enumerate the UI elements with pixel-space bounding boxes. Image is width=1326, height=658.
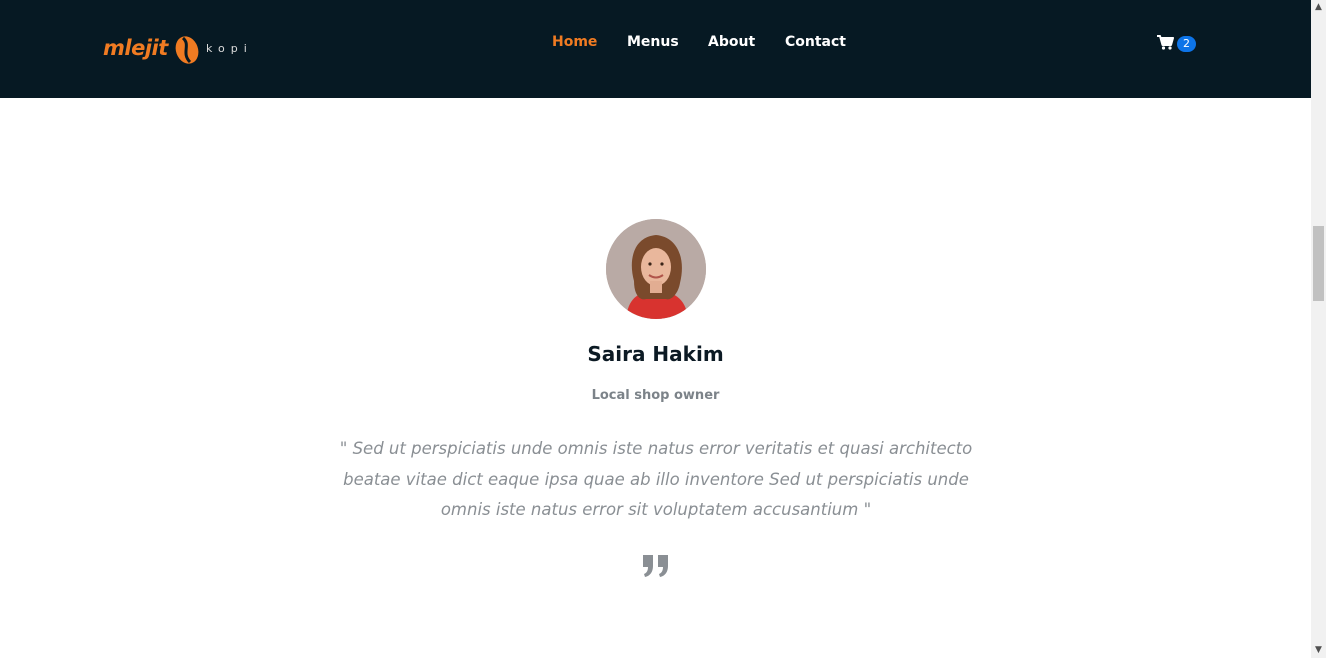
- cart-icon: [1157, 35, 1174, 50]
- quote-icon: [643, 555, 668, 577]
- logo-subtext: kopi: [206, 42, 253, 55]
- nav-contact[interactable]: Contact: [785, 34, 846, 50]
- scroll-down-arrow-icon[interactable]: ▼: [1311, 643, 1326, 658]
- testimonial-section: Saira Hakim Local shop owner " Sed ut pe…: [0, 98, 1311, 658]
- avatar-portrait: [606, 219, 706, 319]
- cart-button[interactable]: 2: [1157, 34, 1199, 54]
- testimonial-role: Local shop owner: [591, 388, 720, 403]
- nav-home[interactable]: Home: [552, 34, 597, 50]
- coffee-bean-icon: [175, 36, 199, 64]
- cart-count-badge: 2: [1177, 36, 1196, 52]
- scroll-up-arrow-icon[interactable]: ▲: [1311, 0, 1326, 15]
- brand-logo[interactable]: mlejit kopi: [103, 30, 253, 68]
- avatar: [606, 219, 706, 319]
- logo-wordmark: mlejit: [103, 36, 168, 60]
- testimonial-quote: " Sed ut perspiciatis unde omnis iste na…: [339, 439, 973, 519]
- page: mlejit kopi Home Menus About Contact 2 S…: [0, 0, 1311, 658]
- site-header: mlejit kopi Home Menus About Contact 2: [0, 0, 1311, 98]
- nav-about[interactable]: About: [708, 34, 755, 50]
- scrollbar-thumb[interactable]: [1313, 226, 1324, 301]
- testimonial-name: Saira Hakim: [587, 342, 724, 366]
- nav-menus[interactable]: Menus: [627, 34, 679, 50]
- page-scrollbar[interactable]: ▲ ▼: [1311, 0, 1326, 658]
